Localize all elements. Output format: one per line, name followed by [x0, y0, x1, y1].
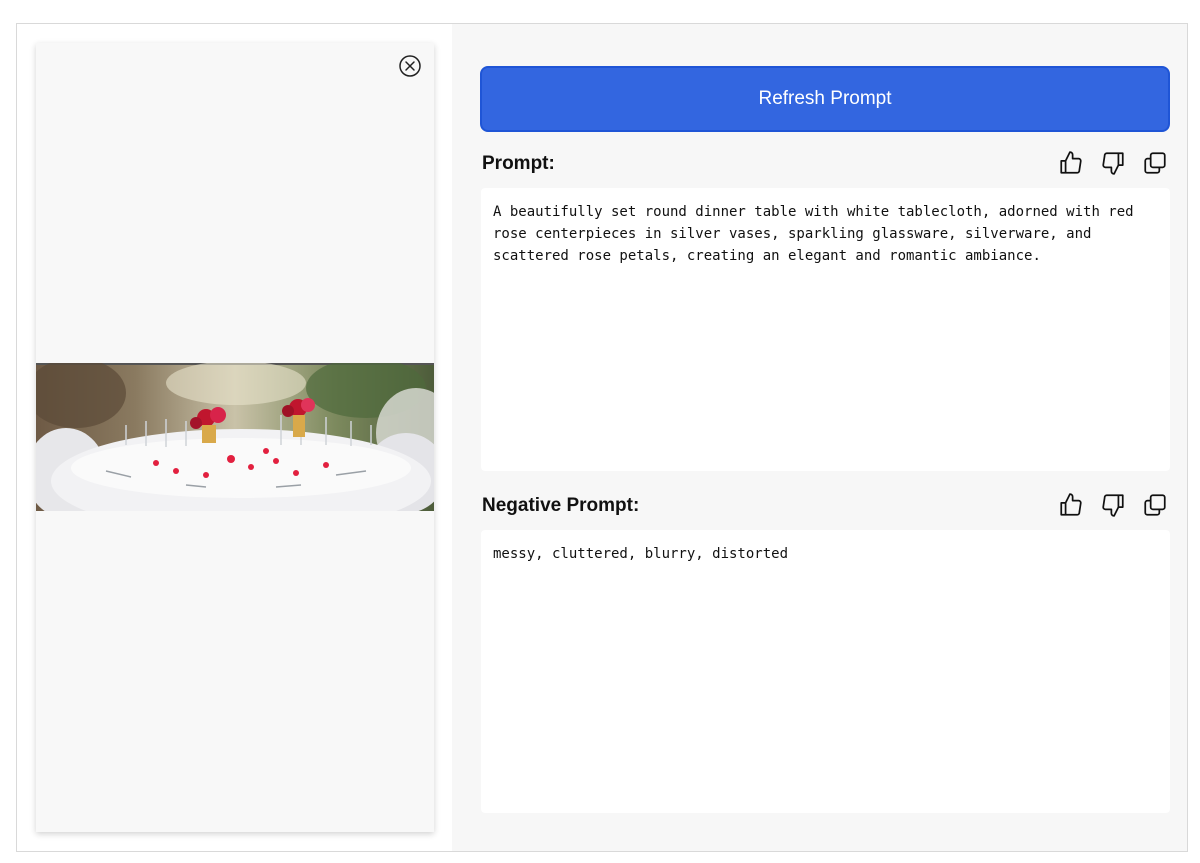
- prompt-panel: Refresh Prompt Prompt: A beautifully set: [452, 24, 1187, 851]
- negative-prompt-textarea[interactable]: messy, cluttered, blurry, distorted: [481, 530, 1170, 813]
- negative-prompt-label: Negative Prompt:: [482, 495, 640, 516]
- prompt-textarea[interactable]: A beautifully set round dinner table wit…: [481, 188, 1170, 471]
- thumbs-up-icon[interactable]: [1056, 490, 1086, 520]
- app-frame: Refresh Prompt Prompt: A beautifully set: [16, 23, 1188, 852]
- thumbs-down-icon[interactable]: [1098, 148, 1128, 178]
- prompt-actions: [1056, 148, 1170, 178]
- image-panel: [17, 24, 452, 851]
- prompt-label: Prompt:: [482, 153, 555, 174]
- thumbs-down-icon[interactable]: [1098, 490, 1128, 520]
- copy-icon[interactable]: [1140, 490, 1170, 520]
- thumbs-up-icon[interactable]: [1056, 148, 1086, 178]
- refresh-prompt-button[interactable]: Refresh Prompt: [480, 66, 1170, 132]
- close-icon[interactable]: [398, 54, 422, 78]
- image-card: [36, 43, 434, 832]
- copy-icon[interactable]: [1140, 148, 1170, 178]
- preview-image: [36, 363, 434, 511]
- negative-prompt-actions: [1056, 490, 1170, 520]
